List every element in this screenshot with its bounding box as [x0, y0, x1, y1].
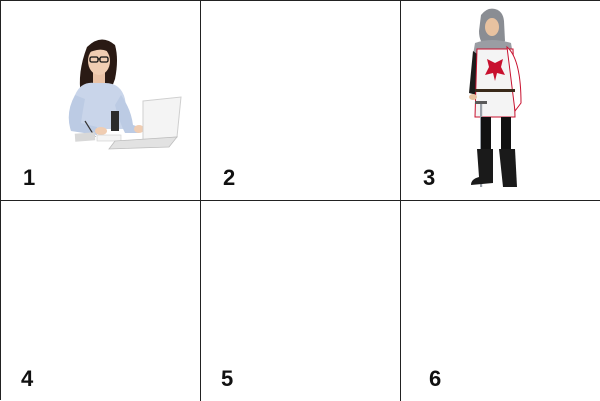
grid-cell-5[interactable]: 5	[201, 201, 400, 400]
grid-cell-4[interactable]: 4	[1, 201, 200, 400]
picture-grid: 1 2 3 4 5 6	[0, 0, 600, 401]
woman-at-laptop-image	[68, 39, 182, 150]
grid-cell-1[interactable]: 1	[1, 1, 200, 200]
grid-cell-2[interactable]: 2	[201, 1, 400, 200]
grid-cell-6[interactable]: 6	[401, 201, 600, 400]
cell-number-4: 4	[21, 366, 34, 391]
cell-number-5: 5	[221, 366, 234, 391]
grid-cell-3[interactable]: 3	[401, 1, 600, 200]
cell-number-2: 2	[223, 165, 236, 190]
cell-number-1: 1	[23, 165, 36, 190]
crusader-knight-image	[469, 8, 522, 187]
cell-number-6: 6	[429, 366, 442, 391]
cell-number-3: 3	[423, 165, 436, 190]
